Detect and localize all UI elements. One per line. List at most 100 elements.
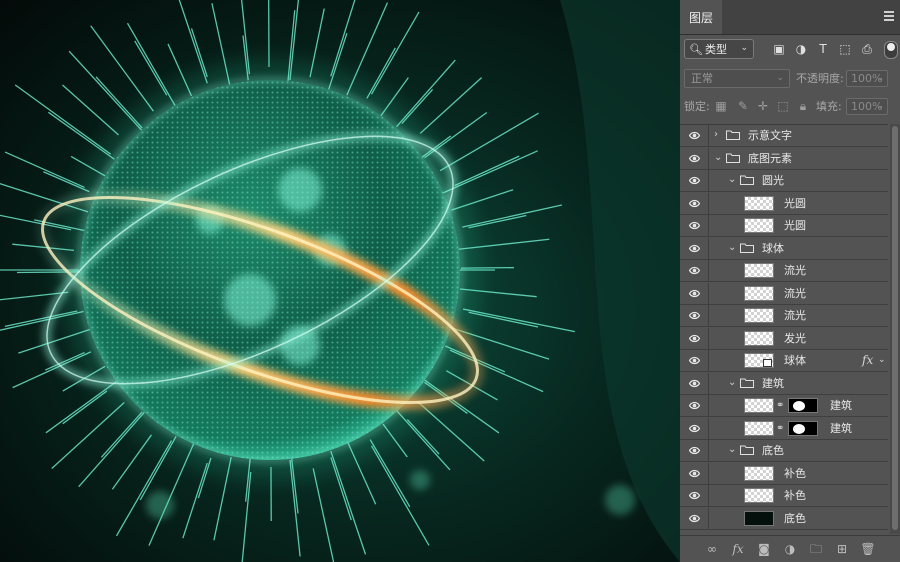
visibility-toggle[interactable] <box>680 282 709 304</box>
eye-icon[interactable] <box>689 491 700 500</box>
layer-group-row[interactable]: ⌄ 建筑 <box>680 372 888 395</box>
lock-artboard-icon[interactable]: ⬚ <box>776 99 790 113</box>
chevron-down-icon[interactable]: ⌄ <box>728 377 736 388</box>
chevron-down-icon[interactable]: ⌄ <box>728 174 736 185</box>
opacity-field[interactable]: 100% ⌄ <box>846 70 888 87</box>
layer-row[interactable]: 补色 <box>680 462 888 485</box>
smart-object-filter-icon[interactable]: ⎙ <box>860 42 874 56</box>
eye-icon[interactable] <box>689 379 700 388</box>
layer-row[interactable]: 球体 fx ⌄ <box>680 350 888 372</box>
tab-layers[interactable]: 图层 <box>680 0 722 34</box>
visibility-toggle[interactable] <box>680 440 709 461</box>
visibility-toggle[interactable] <box>680 395 709 416</box>
visibility-toggle[interactable] <box>680 462 709 484</box>
layer-group-row[interactable]: › 示意文字 <box>680 125 888 147</box>
layer-row[interactable]: 光圆 <box>680 192 888 215</box>
visibility-toggle[interactable] <box>680 372 709 394</box>
eye-icon[interactable] <box>689 221 700 230</box>
lock-image-icon[interactable]: ✎ <box>736 99 750 113</box>
canvas-artwork[interactable] <box>0 0 680 562</box>
visibility-toggle[interactable] <box>680 170 709 191</box>
blend-mode-label: 正常 <box>691 72 713 85</box>
eye-icon[interactable] <box>689 469 700 478</box>
layer-group-row[interactable]: ⌄ 球体 <box>680 237 888 260</box>
adjustment-filter-icon[interactable]: ◑ <box>794 42 808 56</box>
layer-group-row[interactable]: ⌄ 底色 <box>680 440 888 462</box>
eye-icon[interactable] <box>689 401 700 410</box>
layer-name: 补色 <box>784 489 806 502</box>
new-layer-icon[interactable]: ⊞ <box>834 541 850 557</box>
new-adjustment-icon[interactable]: ◑ <box>782 541 798 557</box>
add-mask-icon[interactable]: ◙ <box>756 541 772 557</box>
layer-group-row[interactable]: ⌄ 底图元素 <box>680 147 888 170</box>
eye-icon[interactable] <box>689 199 700 208</box>
chevron-down-icon[interactable]: ⌄ <box>728 242 736 253</box>
eye-icon[interactable] <box>689 289 700 298</box>
layer-row[interactable]: ⚭ 建筑 <box>680 395 888 417</box>
eye-icon[interactable] <box>689 131 700 140</box>
visibility-toggle[interactable] <box>680 147 709 169</box>
new-group-icon[interactable]: 🗀︎ <box>808 541 824 557</box>
layer-thumbnail <box>744 420 774 436</box>
pixel-filter-icon[interactable]: ▣ <box>772 42 786 56</box>
layer-mask-thumbnail[interactable] <box>788 398 818 413</box>
add-style-icon[interactable]: fx <box>730 541 746 557</box>
eye-icon[interactable] <box>689 424 700 433</box>
chevron-right-icon[interactable]: › <box>714 129 718 140</box>
chevron-down-icon[interactable]: ⌄ <box>728 444 736 455</box>
layer-row[interactable]: 补色 <box>680 485 888 507</box>
scrollbar-thumb[interactable] <box>892 126 898 530</box>
lock-all-icon[interactable]: 🔒︎ <box>796 99 810 113</box>
filter-kind-select[interactable]: 🔍︎ 类型 ⌄ <box>684 39 754 59</box>
lock-transparent-icon[interactable]: ▦ <box>714 99 728 113</box>
visibility-toggle[interactable] <box>680 192 709 214</box>
visibility-toggle[interactable] <box>680 417 709 439</box>
layer-name: 圆光 <box>762 174 784 187</box>
layer-name: 光圆 <box>784 219 806 232</box>
chevron-down-icon[interactable]: ⌄ <box>714 152 722 163</box>
layer-effects-icon[interactable]: fx <box>862 353 873 367</box>
shape-filter-icon[interactable]: ⬚ <box>838 42 852 56</box>
layer-list-scrollbar[interactable] <box>890 124 900 534</box>
mask-link-icon[interactable]: ⚭ <box>776 423 784 434</box>
layer-row[interactable]: 发光 <box>680 327 888 350</box>
layer-name: 底色 <box>762 444 784 457</box>
layer-row[interactable]: 流光 <box>680 305 888 327</box>
layer-row[interactable]: 光圆 <box>680 215 888 237</box>
layer-group-row[interactable]: ⌄ 圆光 <box>680 170 888 192</box>
eye-icon[interactable] <box>689 266 700 275</box>
visibility-toggle[interactable] <box>680 507 709 529</box>
visibility-toggle[interactable] <box>680 305 709 326</box>
eye-icon[interactable] <box>689 176 700 185</box>
visibility-toggle[interactable] <box>680 260 709 281</box>
layer-row[interactable]: 底色 <box>680 507 888 530</box>
eye-icon[interactable] <box>689 446 700 455</box>
layer-row[interactable]: 流光 <box>680 260 888 282</box>
link-layers-icon[interactable]: ∞ <box>704 541 720 557</box>
panel-menu-icon[interactable] <box>884 11 894 23</box>
eye-icon[interactable] <box>689 356 700 365</box>
visibility-toggle[interactable] <box>680 350 709 371</box>
visibility-toggle[interactable] <box>680 327 709 349</box>
eye-icon[interactable] <box>689 311 700 320</box>
visibility-toggle[interactable] <box>680 237 709 259</box>
eye-icon[interactable] <box>689 334 700 343</box>
blend-mode-select[interactable]: 正常 ⌄ <box>684 69 790 88</box>
fill-field[interactable]: 100% ⌄ <box>846 98 888 115</box>
filter-toggle[interactable] <box>884 41 898 59</box>
delete-layer-icon[interactable]: 🗑︎ <box>860 541 876 557</box>
type-filter-icon[interactable]: T <box>816 42 830 56</box>
eye-icon[interactable] <box>689 154 700 163</box>
layer-thumbnail <box>744 285 774 301</box>
visibility-toggle[interactable] <box>680 125 709 146</box>
mask-link-icon[interactable]: ⚭ <box>776 400 784 411</box>
lock-position-icon[interactable]: ✛ <box>756 99 770 113</box>
layer-row[interactable]: 流光 <box>680 282 888 305</box>
chevron-down-icon[interactable]: ⌄ <box>878 355 886 365</box>
layer-row[interactable]: ⚭ 建筑 <box>680 417 888 440</box>
layer-mask-thumbnail[interactable] <box>788 420 818 436</box>
visibility-toggle[interactable] <box>680 215 709 236</box>
eye-icon[interactable] <box>689 244 700 253</box>
eye-icon[interactable] <box>689 514 700 523</box>
visibility-toggle[interactable] <box>680 485 709 506</box>
